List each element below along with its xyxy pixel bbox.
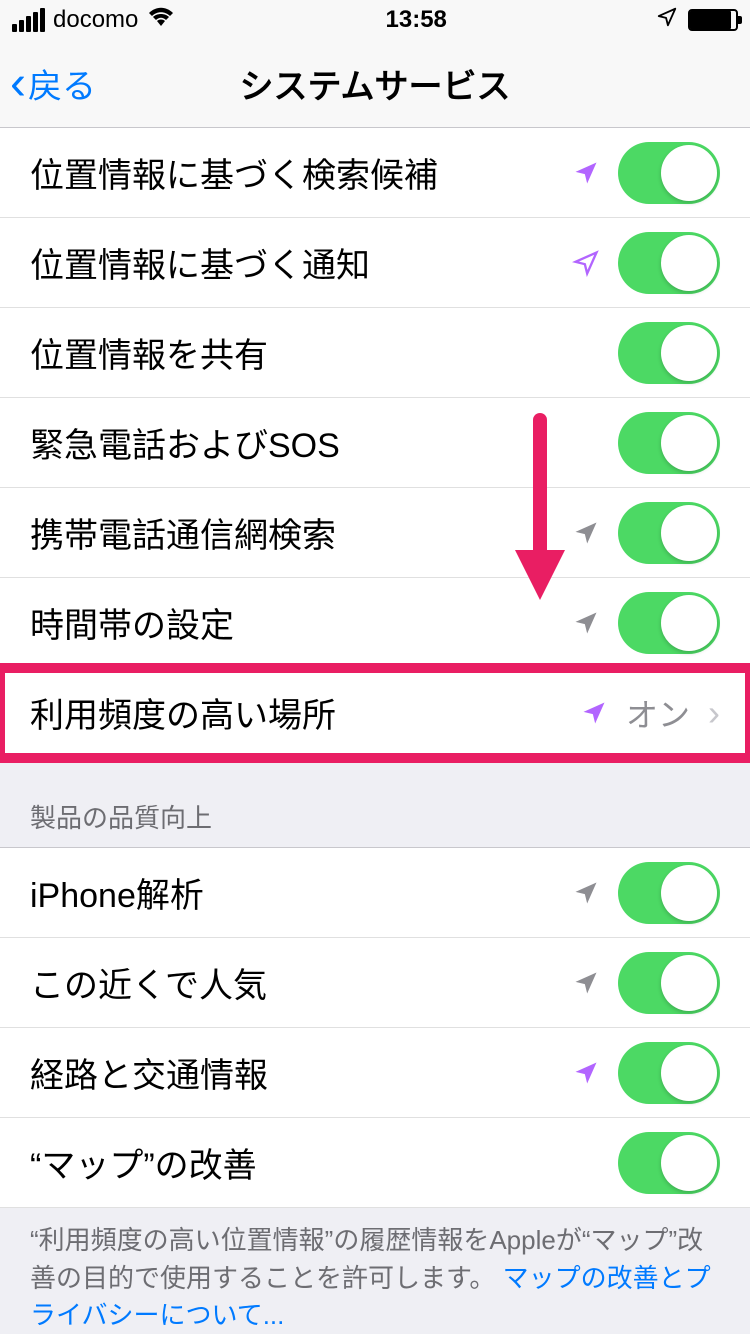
settings-row[interactable]: 緊急電話およびSOS — [0, 398, 750, 488]
toggle-switch[interactable] — [618, 862, 720, 924]
chevron-left-icon: ‹ — [10, 60, 26, 108]
location-arrow-icon — [572, 969, 600, 997]
row-accessory: オン › — [580, 690, 720, 736]
toggle-switch[interactable] — [618, 1132, 720, 1194]
row-label: iPhone解析 — [30, 868, 572, 917]
status-time: 13:58 — [386, 6, 447, 34]
nav-bar: ‹ 戻る システムサービス — [0, 40, 750, 128]
toggle-switch[interactable] — [618, 232, 720, 294]
row-label: 位置情報を共有 — [30, 328, 618, 377]
status-bar: docomo 13:58 — [0, 0, 750, 40]
location-arrow-icon — [572, 1059, 600, 1087]
settings-row[interactable]: 位置情報に基づく通知 — [0, 218, 750, 308]
back-button[interactable]: ‹ 戻る — [0, 59, 96, 108]
row-accessory — [572, 232, 720, 294]
settings-row[interactable]: この近くで人気 — [0, 938, 750, 1028]
page-title: システムサービス — [0, 59, 750, 108]
carrier-label: docomo — [53, 6, 138, 34]
row-accessory — [572, 952, 720, 1014]
location-arrow-icon — [572, 249, 600, 277]
section-header-quality: 製品の品質向上 — [0, 758, 750, 847]
settings-group-1: 位置情報に基づく検索候補 位置情報に基づく通知 位置情報を共有 緊急電話およびS… — [0, 128, 750, 668]
footer-text: “利用頻度の高い位置情報”の履歴情報をAppleが“マップ”改善の目的で使用する… — [0, 1208, 750, 1334]
battery-icon — [688, 9, 738, 31]
row-accessory — [618, 1132, 720, 1194]
toggle-switch[interactable] — [618, 412, 720, 474]
toggle-switch[interactable] — [618, 142, 720, 204]
settings-row[interactable]: 位置情報に基づく検索候補 — [0, 128, 750, 218]
settings-row[interactable]: 時間帯の設定 — [0, 578, 750, 668]
toggle-switch[interactable] — [618, 502, 720, 564]
row-accessory — [572, 862, 720, 924]
row-accessory — [572, 1042, 720, 1104]
wifi-icon — [146, 6, 176, 35]
location-arrow-icon — [572, 609, 600, 637]
row-label: 時間帯の設定 — [30, 598, 572, 647]
toggle-switch[interactable] — [618, 952, 720, 1014]
row-label: 利用頻度の高い場所 — [30, 688, 580, 737]
row-accessory — [618, 412, 720, 474]
settings-row[interactable]: 携帯電話通信網検索 — [0, 488, 750, 578]
row-label: 位置情報に基づく検索候補 — [30, 148, 572, 197]
row-accessory — [618, 322, 720, 384]
settings-row[interactable]: “マップ”の改善 — [0, 1118, 750, 1208]
settings-row[interactable]: 経路と交通情報 — [0, 1028, 750, 1118]
location-status-icon — [656, 6, 678, 35]
toggle-switch[interactable] — [618, 592, 720, 654]
row-label: この近くで人気 — [30, 958, 572, 1007]
row-accessory — [572, 592, 720, 654]
status-left: docomo — [12, 6, 176, 35]
row-accessory — [572, 502, 720, 564]
back-label: 戻る — [28, 59, 96, 108]
chevron-right-icon: › — [708, 692, 720, 734]
row-accessory — [572, 142, 720, 204]
settings-group-2: iPhone解析 この近くで人気 経路と交通情報 “マップ”の改善 — [0, 847, 750, 1208]
row-significant-locations[interactable]: 利用頻度の高い場所 オン › — [0, 668, 750, 758]
row-label: 緊急電話およびSOS — [30, 418, 618, 467]
location-arrow-icon — [572, 159, 600, 187]
status-right — [656, 6, 738, 35]
row-label: 経路と交通情報 — [30, 1048, 572, 1097]
toggle-switch[interactable] — [618, 322, 720, 384]
location-arrow-icon — [572, 519, 600, 547]
row-value: オン — [626, 690, 690, 736]
row-label: 位置情報に基づく通知 — [30, 238, 572, 287]
settings-row[interactable]: 位置情報を共有 — [0, 308, 750, 398]
signal-icon — [12, 8, 45, 32]
row-label: “マップ”の改善 — [30, 1138, 618, 1187]
row-label: 携帯電話通信網検索 — [30, 508, 572, 557]
location-arrow-icon — [580, 699, 608, 727]
location-arrow-icon — [572, 879, 600, 907]
settings-row[interactable]: iPhone解析 — [0, 848, 750, 938]
toggle-switch[interactable] — [618, 1042, 720, 1104]
